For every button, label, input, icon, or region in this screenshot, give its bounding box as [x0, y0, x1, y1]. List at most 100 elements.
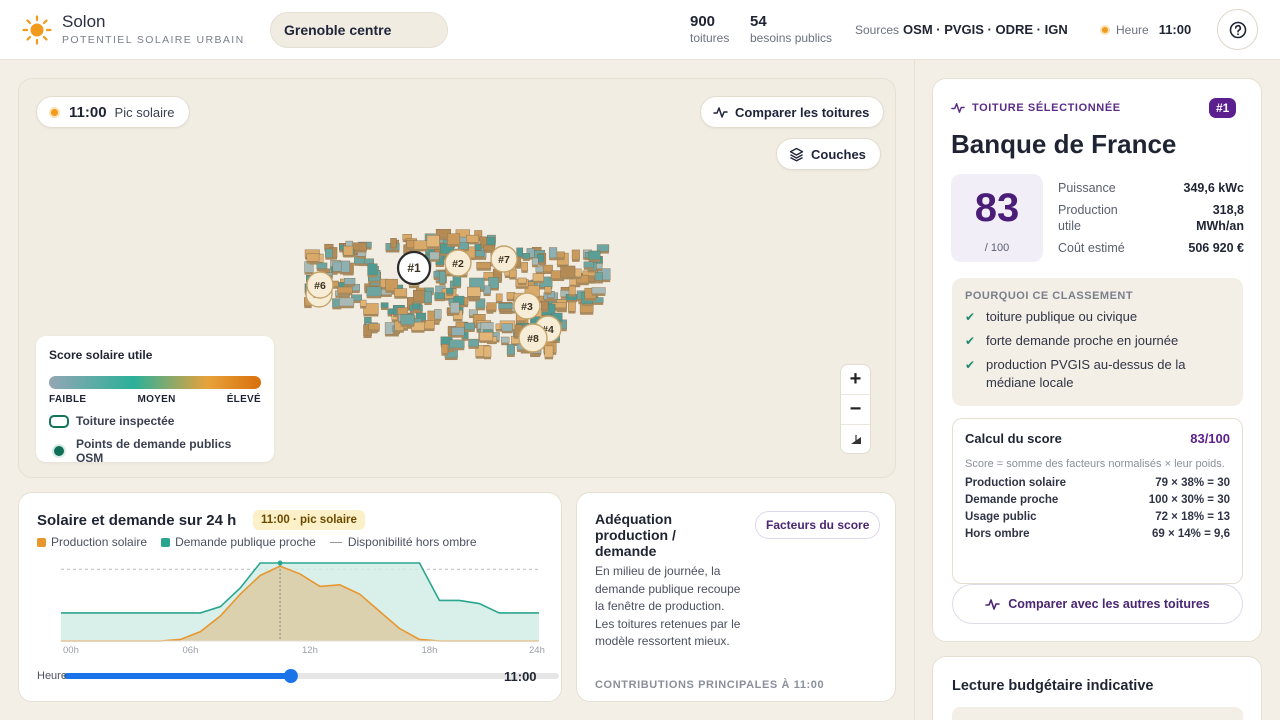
building[interactable] — [390, 238, 397, 248]
building[interactable] — [521, 261, 528, 271]
building-wall — [515, 286, 529, 289]
building[interactable] — [568, 285, 576, 295]
building[interactable] — [337, 286, 353, 294]
building[interactable] — [429, 251, 440, 260]
compare-other-roofs-button[interactable]: Comparer avec les autres toitures — [952, 584, 1243, 624]
roof-marker-3[interactable]: #3 — [513, 292, 541, 320]
building[interactable] — [532, 273, 544, 282]
building[interactable] — [434, 309, 442, 320]
building[interactable] — [486, 302, 497, 311]
brand[interactable]: Solon POTENTIEL SOLAIRE URBAIN — [22, 12, 245, 47]
building[interactable] — [560, 265, 576, 278]
building[interactable] — [451, 326, 465, 336]
building[interactable] — [594, 272, 603, 281]
building[interactable] — [506, 344, 515, 355]
building[interactable] — [483, 244, 495, 251]
building[interactable] — [517, 277, 527, 284]
building[interactable] — [588, 250, 601, 260]
map-panel[interactable]: #1#2#7#3#4#5#6#8 11:00 Pic solaire Compa… — [18, 78, 896, 478]
calc-row-key: Demande proche — [965, 494, 1059, 506]
building[interactable] — [544, 286, 552, 293]
building[interactable] — [522, 253, 531, 259]
building[interactable] — [501, 336, 510, 344]
building[interactable] — [501, 323, 513, 332]
building[interactable] — [426, 235, 440, 247]
building[interactable] — [568, 300, 576, 312]
slider-handle[interactable] — [283, 669, 298, 683]
city-selector[interactable]: Grenoble centre — [270, 12, 448, 48]
building[interactable] — [413, 289, 426, 302]
building-wall — [304, 305, 312, 309]
building-wall — [381, 307, 389, 311]
building[interactable] — [498, 303, 513, 310]
compass-button[interactable] — [841, 425, 870, 453]
building[interactable] — [474, 243, 482, 251]
building[interactable] — [583, 261, 594, 268]
building[interactable] — [531, 257, 539, 266]
building[interactable] — [434, 292, 445, 300]
building[interactable] — [447, 233, 461, 245]
building[interactable] — [352, 242, 367, 251]
building[interactable] — [367, 263, 378, 276]
building[interactable] — [332, 261, 342, 272]
building[interactable] — [325, 248, 333, 258]
building[interactable] — [468, 338, 479, 347]
legend-demand-points: Points de demande publics OSM — [49, 437, 261, 465]
roof-marker-2[interactable]: #2 — [444, 249, 472, 277]
building[interactable] — [394, 288, 408, 297]
building[interactable] — [306, 253, 320, 262]
building[interactable] — [483, 345, 492, 358]
building[interactable] — [475, 250, 485, 257]
building[interactable] — [476, 261, 492, 269]
building[interactable] — [344, 277, 356, 285]
building[interactable] — [466, 234, 479, 243]
building[interactable] — [316, 262, 328, 269]
building[interactable] — [495, 293, 503, 302]
building[interactable] — [483, 285, 491, 295]
hour-label: Heure — [1116, 22, 1149, 37]
building[interactable] — [544, 345, 554, 358]
roof-marker-1[interactable]: #1 — [396, 250, 432, 286]
building[interactable] — [359, 299, 367, 307]
building[interactable] — [380, 302, 389, 309]
building[interactable] — [339, 297, 355, 307]
building[interactable] — [449, 302, 460, 314]
building[interactable] — [548, 247, 558, 259]
building[interactable] — [595, 263, 603, 270]
building[interactable] — [343, 245, 354, 256]
building[interactable] — [591, 287, 606, 294]
building[interactable] — [449, 339, 465, 349]
building-wall — [517, 283, 527, 286]
zoom-in-button[interactable]: + — [841, 365, 870, 395]
building-wall — [344, 284, 356, 287]
building[interactable] — [441, 343, 449, 354]
building[interactable] — [439, 270, 446, 284]
building[interactable] — [479, 332, 494, 341]
building[interactable] — [541, 301, 549, 310]
building[interactable] — [516, 247, 524, 257]
roof-marker-8[interactable]: #8 — [518, 323, 548, 353]
time-pill[interactable]: 11:00 Pic solaire — [36, 96, 190, 128]
building[interactable] — [368, 323, 380, 330]
building[interactable] — [466, 286, 481, 297]
building[interactable] — [406, 240, 415, 249]
help-circle-icon — [1229, 21, 1246, 38]
building[interactable] — [424, 291, 432, 303]
zoom-out-button[interactable]: − — [841, 395, 870, 425]
building[interactable] — [413, 240, 429, 250]
score-factors-button[interactable]: Facteurs du score — [755, 511, 881, 539]
building[interactable] — [366, 286, 382, 297]
roof-marker-6[interactable]: #6 — [306, 271, 334, 299]
help-button[interactable] — [1217, 9, 1258, 50]
roof-marker-7[interactable]: #7 — [490, 245, 518, 273]
building[interactable] — [400, 314, 415, 325]
building[interactable] — [433, 271, 441, 278]
layers-button[interactable]: Couches — [776, 138, 881, 170]
score-value: 83 — [974, 186, 1020, 230]
building-wall — [549, 257, 557, 261]
compare-roofs-button[interactable]: Comparer les toitures — [700, 96, 885, 128]
building[interactable] — [446, 287, 454, 295]
building-wall — [409, 285, 420, 289]
building[interactable] — [596, 244, 610, 252]
building[interactable] — [571, 249, 580, 260]
